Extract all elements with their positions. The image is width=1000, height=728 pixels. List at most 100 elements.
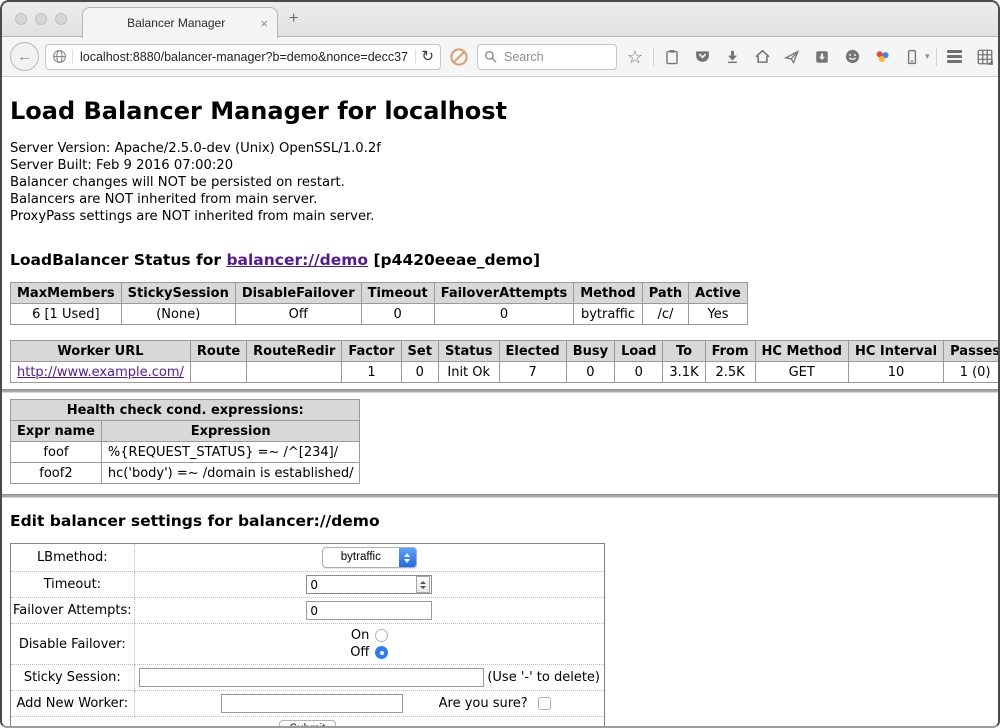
window-controls [15,13,67,25]
header-cell: Expression [101,421,360,442]
timeout-input[interactable] [307,578,416,592]
sticky-session-cell: (Use '-' to delete) [134,665,604,691]
tab-close-icon[interactable]: × [260,17,268,30]
data-cell: Yes [689,304,748,325]
chevron-down-icon[interactable]: ▾ [925,51,930,62]
hamburger-menu-icon[interactable] [943,44,967,70]
section-divider [2,494,998,498]
header-cell: Passes [944,341,1000,362]
header-cell: Active [689,283,748,304]
home-icon[interactable] [750,44,774,70]
window-zoom-button[interactable] [55,13,67,25]
data-cell: 7 [499,362,566,383]
disable-failover-off-radio[interactable] [375,646,388,659]
tab-balancer-manager[interactable]: Balancer Manager × [82,7,278,38]
balancer-settings-form: LBmethod: bytraffic Timeout: [10,543,605,728]
form-row-sticky-session: Sticky Session: (Use '-' to delete) [11,665,605,691]
status-heading: LoadBalancer Status for balancer://demo … [10,251,990,269]
download-arrow-icon[interactable] [720,44,744,70]
health-table-title: Health check cond. expressions: [11,400,360,421]
table-row: 6 [1 Used] (None) Off 0 0 bytraffic /c/ … [11,304,748,325]
data-cell: 6 [1 Used] [11,304,122,325]
number-stepper-icon[interactable] [416,576,430,593]
data-cell: %{REQUEST_STATUS} =~ /^[234]/ [101,442,360,463]
data-cell: 0 [615,362,663,383]
worker-url-link[interactable]: http://www.example.com/ [17,365,184,380]
bookmark-star-icon[interactable]: ☆ [623,44,647,70]
sticky-session-input[interactable] [139,668,484,687]
header-cell: Timeout [361,283,434,304]
select-arrows-icon [399,548,416,567]
data-cell: 2.5K [705,362,755,383]
lbmethod-select[interactable]: bytraffic [322,547,417,568]
form-row-lbmethod: LBmethod: bytraffic [11,544,605,572]
header-cell: Worker URL [11,341,191,362]
form-row-submit: Submit [11,717,605,728]
submit-button[interactable]: Submit [279,720,337,728]
off-label: Off [350,645,369,660]
notice-line: Balancer changes will NOT be persisted o… [10,174,990,191]
lbmethod-label: LBmethod: [11,544,135,572]
disable-failover-radio-group: On Off [350,627,388,661]
window-close-button[interactable] [15,13,27,25]
form-row-disable-failover: Disable Failover: On Off [11,624,605,665]
submit-cell: Submit [11,717,605,728]
add-worker-input[interactable] [221,694,403,713]
header-cell: DisableFailover [235,283,361,304]
data-cell: 1 (0) [944,362,1000,383]
download-square-icon[interactable] [810,44,834,70]
back-button[interactable]: ← [10,42,39,71]
header-cell: StickySession [121,283,235,304]
url-input[interactable] [78,49,410,65]
back-arrow-icon: ← [17,49,32,64]
search-input[interactable] [502,49,610,65]
failover-attempts-input[interactable] [306,601,432,620]
address-bar[interactable]: ↻ [45,44,441,70]
edit-settings-heading: Edit balancer settings for balancer://de… [10,512,990,530]
form-row-failover-attempts: Failover Attempts: [11,598,605,624]
data-cell: foof2 [11,463,102,484]
urlbar-divider [415,49,416,64]
header-cell: Expr name [11,421,102,442]
form-row-add-worker: Add New Worker: Are you sure? [11,691,605,717]
app-grid-icon[interactable] [973,44,997,70]
lbmethod-cell: bytraffic [134,544,604,572]
search-bar[interactable] [477,44,617,70]
timeout-cell [134,572,604,598]
content-blocked-icon[interactable] [447,44,471,70]
failover-attempts-cell [134,598,604,624]
navigation-toolbar: ← ↻ ☆ [2,37,998,77]
timeout-label: Timeout: [11,572,135,598]
data-cell: (None) [121,304,235,325]
clipboard-icon[interactable] [660,44,684,70]
server-built-line: Server Built: Feb 9 2016 07:00:20 [10,157,990,174]
data-cell: 10 [848,362,943,383]
balancer-link[interactable]: balancer://demo [226,251,368,269]
balancer-params-table: MaxMembers StickySession DisableFailover… [10,282,748,325]
new-tab-button[interactable]: + [289,10,298,28]
data-cell [190,362,246,383]
send-plane-icon[interactable] [780,44,804,70]
header-cell: From [705,341,755,362]
health-check-table: Health check cond. expressions: Expr nam… [10,399,360,484]
data-cell: 0 [361,304,434,325]
color-dots-icon[interactable] [870,44,894,70]
are-you-sure-checkbox[interactable] [538,697,551,710]
page-content: Load Balancer Manager for localhost Serv… [2,97,998,728]
chat-smiley-icon[interactable] [840,44,864,70]
form-row-timeout: Timeout: [11,572,605,598]
section-divider [2,389,998,393]
device-icon[interactable] [900,44,924,70]
disable-failover-on-radio[interactable] [375,629,388,642]
window-minimize-button[interactable] [35,13,47,25]
data-cell: GET [755,362,848,383]
header-cell: Method [574,283,642,304]
table-header-row: MaxMembers StickySession DisableFailover… [11,283,748,304]
header-cell: To [663,341,705,362]
reload-icon[interactable]: ↻ [421,49,434,64]
toolbar-divider [936,48,937,66]
timeout-field [306,575,432,594]
table-row: http://www.example.com/ 1 0 Init Ok 7 0 … [11,362,1000,383]
add-worker-label: Add New Worker: [11,691,135,717]
pocket-icon[interactable] [690,44,714,70]
